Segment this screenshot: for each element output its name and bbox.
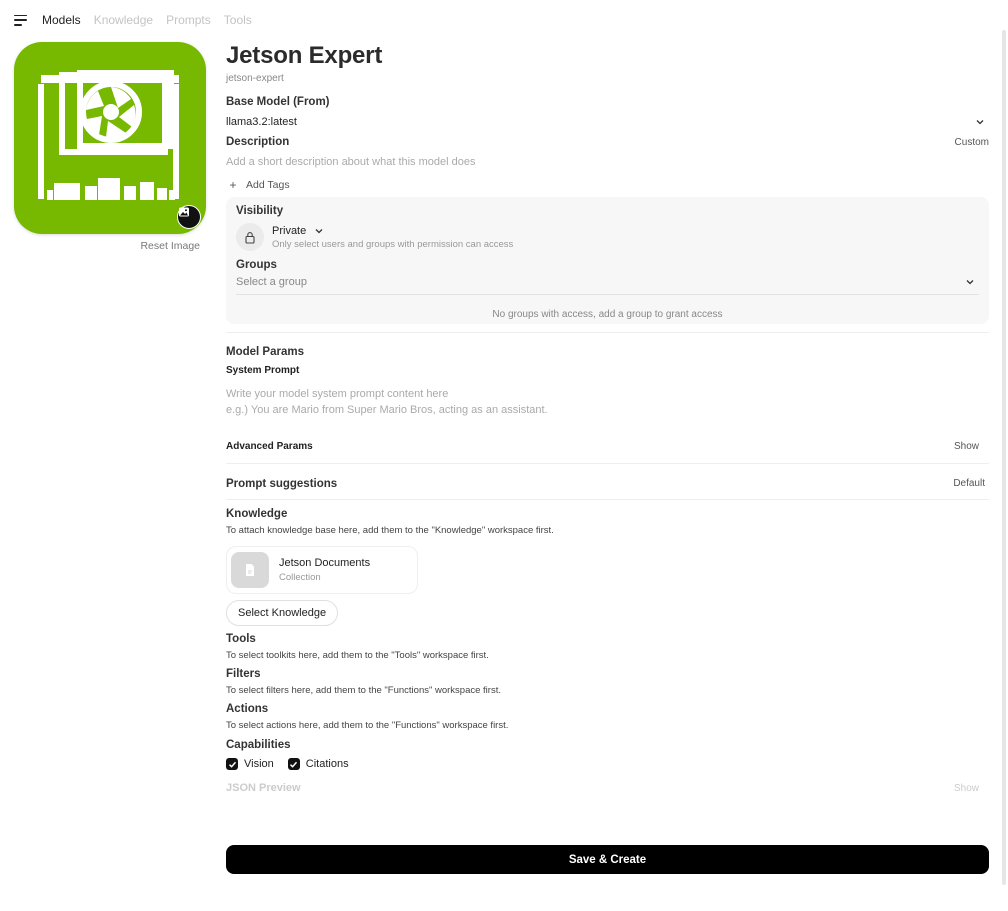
tab-knowledge[interactable]: Knowledge: [94, 13, 153, 27]
visibility-value: Private: [272, 224, 307, 237]
divider: [226, 332, 989, 333]
tab-models[interactable]: Models: [42, 13, 81, 27]
scrollbar[interactable]: [1002, 30, 1006, 885]
tools-help: To select toolkits here, add them to the…: [226, 650, 489, 661]
advanced-params-toggle[interactable]: Show: [954, 441, 979, 452]
knowledge-item-type: Collection: [279, 572, 321, 583]
knowledge-label: Knowledge: [226, 508, 288, 520]
model-image[interactable]: [14, 42, 206, 234]
tab-tools[interactable]: Tools: [224, 13, 252, 27]
model-params-label: Model Params: [226, 346, 304, 358]
prompt-suggestions-toggle[interactable]: Default: [953, 478, 985, 489]
capabilities-label: Capabilities: [226, 739, 291, 751]
capability-citations-label: Citations: [305, 758, 349, 770]
top-nav: Models Knowledge Prompts Tools: [14, 10, 252, 30]
visibility-select[interactable]: Private: [272, 225, 513, 237]
image-icon[interactable]: [177, 205, 201, 229]
base-model-label: Base Model (From): [226, 96, 330, 108]
select-knowledge-button[interactable]: Select Knowledge: [226, 600, 339, 626]
system-prompt-placeholder-line2: e.g.) You are Mario from Super Mario Bro…: [226, 404, 548, 416]
capabilities-list: Vision Citations: [226, 758, 989, 770]
system-prompt-placeholder-line1: Write your model system prompt content h…: [226, 388, 449, 400]
knowledge-help: To attach knowledge base here, add them …: [226, 525, 554, 536]
chevron-down-icon: [315, 228, 323, 233]
capability-vision-label: Vision: [244, 758, 274, 770]
checkbox-checked-icon[interactable]: [226, 758, 238, 770]
access-control-panel: Visibility Private Only select users and…: [226, 197, 989, 324]
reset-image-button[interactable]: Reset Image: [14, 240, 200, 252]
model-name-input[interactable]: Jetson Expert: [226, 40, 989, 72]
document-icon: [231, 552, 269, 588]
hamburger-menu-icon[interactable]: [14, 14, 27, 26]
capability-vision[interactable]: Vision: [226, 758, 274, 770]
group-select-placeholder: Select a group: [236, 276, 307, 288]
no-groups-message: No groups with access, add a group to gr…: [492, 309, 723, 320]
chevron-down-icon: [966, 280, 974, 285]
advanced-params-label: Advanced Params: [226, 440, 313, 452]
divider: [226, 499, 989, 500]
description-label: Description: [226, 136, 290, 148]
filters-help: To select filters here, add them to the …: [226, 685, 501, 696]
description-toggle-button[interactable]: Custom: [955, 137, 989, 148]
lock-icon: [236, 223, 264, 251]
add-tags-button[interactable]: + Add Tags: [226, 178, 989, 192]
checkbox-checked-icon[interactable]: [287, 758, 300, 770]
system-prompt-label: System Prompt: [226, 365, 300, 376]
model-image-panel: Reset Image: [14, 42, 206, 252]
add-tags-label: Add Tags: [246, 179, 290, 191]
chevron-down-icon: [976, 120, 984, 125]
visibility-help: Only select users and groups with permis…: [272, 238, 514, 250]
actions-label: Actions: [226, 703, 269, 715]
json-preview-toggle[interactable]: Show: [954, 783, 979, 794]
prompt-suggestions-label: Prompt suggestions: [226, 477, 338, 490]
model-form: Jetson Expert jetson-expert Base Model (…: [226, 40, 989, 796]
filters-label: Filters: [226, 668, 261, 680]
capability-citations[interactable]: Citations: [287, 758, 349, 770]
visibility-label: Visibility: [236, 205, 284, 217]
actions-help: To select actions here, add them to the …: [226, 720, 509, 731]
json-preview-label: JSON Preview: [226, 782, 301, 794]
tools-label: Tools: [226, 633, 256, 645]
base-model-value: llama3.2:latest: [226, 116, 297, 128]
knowledge-item[interactable]: Jetson Documents Collection: [226, 546, 418, 594]
model-id-input[interactable]: jetson-expert: [226, 73, 989, 87]
system-prompt-input[interactable]: Write your model system prompt content h…: [226, 386, 989, 420]
base-model-select[interactable]: llama3.2:latest: [226, 114, 989, 130]
plus-icon: +: [229, 178, 237, 192]
knowledge-item-name: Jetson Documents: [279, 557, 371, 569]
divider: [226, 463, 989, 464]
groups-label: Groups: [236, 259, 277, 271]
save-create-button[interactable]: Save & Create: [226, 845, 989, 874]
tab-prompts[interactable]: Prompts: [166, 13, 211, 27]
group-select[interactable]: Select a group: [236, 276, 979, 295]
description-input[interactable]: Add a short description about what this …: [226, 156, 989, 168]
